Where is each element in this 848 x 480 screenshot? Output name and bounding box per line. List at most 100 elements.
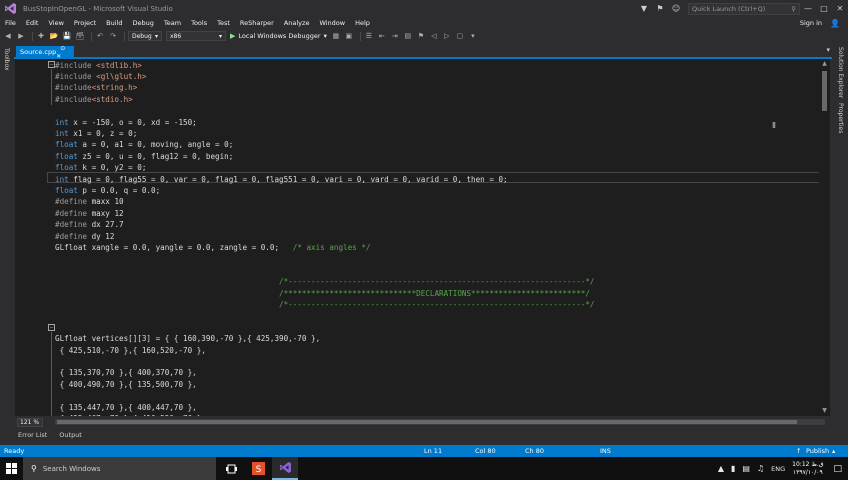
menu-analyze[interactable]: Analyze <box>279 19 315 27</box>
code-editor[interactable]: #include <stdlib.h> #include <gl\glut.h> #… <box>15 59 823 416</box>
horizontal-scrollbar[interactable] <box>55 419 825 425</box>
toolbar-options-icon[interactable]: ▾ <box>468 31 478 41</box>
new-project-icon[interactable]: ✚ <box>36 31 46 41</box>
collapse-toggle-icon[interactable]: − <box>48 61 55 68</box>
code-line[interactable]: int x1 = 0, z = 0; <box>55 128 137 139</box>
taskbar-search-box[interactable]: ⚲ Search Windows <box>23 457 216 480</box>
action-center-icon[interactable]: □ <box>833 464 842 474</box>
network-icon[interactable]: ▤ <box>742 464 750 473</box>
properties-tab[interactable]: Properties <box>837 103 844 133</box>
vertical-scroll-thumb[interactable] <box>822 71 827 111</box>
solution-explorer-tab[interactable]: Solution Explorer <box>837 47 844 98</box>
redo-icon[interactable]: ↷ <box>108 31 118 41</box>
scroll-up-icon[interactable]: ▲ <box>819 59 830 69</box>
input-language-indicator[interactable]: ENG <box>771 465 785 473</box>
code-line[interactable]: #define maxy 12 <box>55 208 124 219</box>
vertical-scrollbar[interactable]: ▲ ▼ <box>819 59 830 416</box>
scroll-down-icon[interactable]: ▼ <box>819 406 830 416</box>
code-line[interactable]: #include<string.h> <box>55 82 137 93</box>
code-line[interactable]: #include <stdlib.h> <box>55 60 142 71</box>
tab-error-list[interactable]: Error List <box>18 431 47 439</box>
code-line[interactable]: #define dy 12 <box>55 231 114 242</box>
save-all-icon[interactable]: 🗃 <box>75 31 85 41</box>
taskbar-clock[interactable]: 10:12 ق.ظ ۱۳۹۷/۱۰/۰۹ <box>792 461 823 477</box>
code-line[interactable]: #include<stdio.h> <box>55 94 133 105</box>
filter-icon[interactable]: ▼ <box>638 3 650 15</box>
menu-tools[interactable]: Tools <box>186 19 212 27</box>
menu-file[interactable]: File <box>0 19 21 27</box>
start-button[interactable] <box>0 457 23 480</box>
solution-configuration-select[interactable]: Debug ▾ <box>128 31 162 41</box>
show-hidden-icons-icon[interactable]: ▲ <box>718 464 724 473</box>
code-line[interactable]: float k = 0, y2 = 0; <box>55 162 146 173</box>
comment-icon[interactable]: ▤ <box>403 31 413 41</box>
code-line[interactable]: { 400,490,70 },{ 135,500,70 }, <box>55 379 197 390</box>
start-debugging-button[interactable]: ▶ Local Windows Debugger ▾ <box>230 32 327 40</box>
zoom-select[interactable]: 121 % <box>17 417 43 427</box>
volume-icon[interactable]: ♫ <box>757 464 764 473</box>
prev-bookmark-icon[interactable]: ◁ <box>429 31 439 41</box>
publish-button[interactable]: Publish <box>806 445 829 457</box>
menu-team[interactable]: Team <box>159 19 186 27</box>
code-line[interactable]: GLfloat vertices[][3] = { { 160,390,-70 … <box>55 333 320 344</box>
taskbar-app-visual-studio[interactable] <box>272 457 298 480</box>
close-button[interactable]: ✕ <box>832 0 848 17</box>
collapse-toggle-icon[interactable]: − <box>48 324 55 331</box>
indent-icon[interactable]: ⇥ <box>390 31 400 41</box>
code-line[interactable]: { 425,510,-70 },{ 160,520,-70 }, <box>55 345 206 356</box>
save-icon[interactable]: 💾 <box>62 31 72 41</box>
code-line[interactable]: float p = 0.0, q = 0.0; <box>55 185 160 196</box>
toolbox-tab[interactable]: Toolbox <box>3 48 10 71</box>
open-file-icon[interactable]: 📂 <box>49 31 59 41</box>
menu-project[interactable]: Project <box>69 19 101 27</box>
menu-test[interactable]: Test <box>212 19 235 27</box>
menu-help[interactable]: Help <box>350 19 375 27</box>
code-line[interactable]: GLfloat xangle = 0.0, yangle = 0.0, zang… <box>55 242 370 253</box>
horizontal-scroll-thumb[interactable] <box>57 420 797 424</box>
code-line[interactable]: /*--------------------------------------… <box>55 299 594 310</box>
menu-window[interactable]: Window <box>314 19 350 27</box>
next-bookmark-icon[interactable]: ▷ <box>442 31 452 41</box>
format-icon[interactable]: ☰ <box>364 31 374 41</box>
publish-icon[interactable]: ↑ <box>796 445 801 457</box>
chevron-up-icon[interactable]: ▴ <box>832 445 835 457</box>
attach-icon[interactable]: ▦ <box>331 31 341 41</box>
code-line[interactable]: #define dx 27.7 <box>55 219 124 230</box>
outdent-icon[interactable]: ⇤ <box>377 31 387 41</box>
bookmark-flag-icon[interactable]: ⚑ <box>416 31 426 41</box>
battery-icon[interactable]: ▮ <box>731 464 735 473</box>
minimize-button[interactable]: — <box>800 0 816 17</box>
notifications-flag-icon[interactable]: ⚑ <box>654 3 666 15</box>
tab-output[interactable]: Output <box>59 431 82 439</box>
code-line[interactable]: #include <gl\glut.h> <box>55 71 146 82</box>
tab-source-cpp[interactable]: Source.cpp ⊙ ✕ <box>16 45 74 60</box>
menu-debug[interactable]: Debug <box>128 19 159 27</box>
pin-icon[interactable]: ⊙ <box>60 45 65 52</box>
tab-list-dropdown-icon[interactable]: ▾ <box>826 46 830 54</box>
menu-resharper[interactable]: ReSharper <box>235 19 279 27</box>
code-line[interactable]: int x = -150, o = 0, xd = -150; <box>55 117 197 128</box>
user-feedback-icon[interactable]: 👤 <box>830 17 840 29</box>
quick-launch-input[interactable]: Quick Launch (Ctrl+Q) ⚲ <box>688 2 800 15</box>
clear-bookmarks-icon[interactable]: ▢ <box>455 31 465 41</box>
feedback-smiley-icon[interactable]: ☺ <box>670 3 682 15</box>
task-view-button[interactable] <box>218 457 244 480</box>
sign-in-link[interactable]: Sign in <box>800 17 822 29</box>
undo-icon[interactable]: ↶ <box>95 31 105 41</box>
taskbar-app-slides[interactable]: S <box>245 457 271 480</box>
maximize-button[interactable]: □ <box>816 0 832 17</box>
menu-edit[interactable]: Edit <box>21 19 44 27</box>
code-line[interactable]: /*****************************DECLARATIO… <box>55 288 590 299</box>
solution-platform-select[interactable]: x86 ▾ <box>166 31 226 41</box>
back-icon[interactable]: ◀ <box>3 31 13 41</box>
bookmark-icon[interactable]: ▣ <box>344 31 354 41</box>
code-line[interactable]: { 135,447,70 },{ 400,447,70 }, <box>55 402 197 413</box>
code-line[interactable]: int flag = 0, flag55 = 0, var = 0, flag1… <box>55 174 508 185</box>
forward-icon[interactable]: ▶ <box>16 31 26 41</box>
code-line[interactable]: float a = 0, a1 = 0, moving, angle = 0; <box>55 139 233 150</box>
code-line[interactable]: { 135,370,70 },{ 400,370,70 }, <box>55 367 197 378</box>
code-line[interactable]: /*--------------------------------------… <box>55 276 594 287</box>
code-line[interactable]: float z5 = 0, u = 0, flag12 = 0, begin; <box>55 151 233 162</box>
code-line[interactable]: #define maxx 10 <box>55 196 124 207</box>
menu-view[interactable]: View <box>43 19 68 27</box>
